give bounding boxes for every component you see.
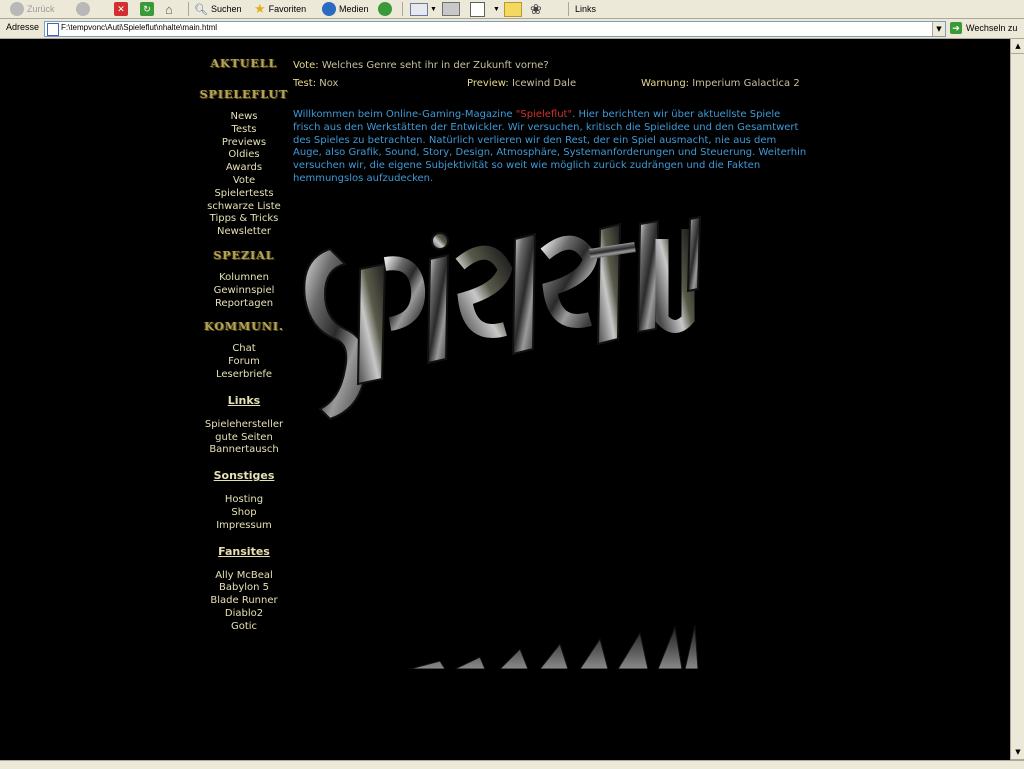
address-input[interactable]: F:\tempvonc\Auti\Spieleflut\nhalte\main.…: [44, 21, 946, 37]
home-button[interactable]: ⌂: [165, 0, 173, 18]
intro-paragraph: Willkommen beim Online-Gaming-Magazine "…: [293, 109, 808, 186]
nav-item-gewinnspiel[interactable]: Gewinnspiel: [198, 285, 290, 298]
folder-icon: [504, 1, 522, 17]
test-label: Test:: [293, 78, 317, 89]
vote-label: Vote:: [293, 60, 319, 71]
test-line[interactable]: Test: Nox: [293, 78, 338, 89]
nav-item-gotic[interactable]: Gotic: [198, 621, 290, 634]
back-icon: [10, 2, 24, 16]
back-button[interactable]: Zurück: [10, 0, 55, 18]
history-button[interactable]: [378, 0, 395, 18]
test-value: Nox: [319, 78, 339, 89]
favorites-icon: ★: [254, 1, 266, 16]
nav-item-blade-runner[interactable]: Blade Runner: [198, 595, 290, 608]
nav-item-oldies[interactable]: Oldies: [198, 149, 290, 162]
nav-heading-aktuell[interactable]: AKTUELL: [198, 57, 290, 70]
spieleflut-logo-reflection: [409, 624, 699, 669]
nav-item-impressum[interactable]: Impressum: [198, 520, 290, 533]
nav-heading-spezial: SPEZIAL: [213, 248, 275, 262]
links-toolbar[interactable]: Links: [575, 0, 596, 18]
messenger-button[interactable]: ❀: [530, 0, 542, 18]
search-icon: 🔍︎: [194, 3, 208, 16]
mail-icon: [410, 2, 428, 16]
address-label: Adresse: [6, 22, 40, 32]
media-button[interactable]: Medien: [322, 0, 369, 18]
nav-item-tipps-tricks[interactable]: Tipps & Tricks: [198, 213, 290, 226]
go-icon: ➔: [950, 22, 962, 34]
nav-item-chat[interactable]: Chat: [198, 343, 290, 356]
preview-label: Preview:: [467, 78, 509, 89]
nav-heading-sonstiges[interactable]: Sonstiges: [198, 469, 290, 482]
stop-icon: ✕: [114, 2, 128, 16]
address-url: F:\tempvonc\Auti\Spieleflut\nhalte\main.…: [61, 23, 218, 32]
vote-text: Welches Genre seht ihr in der Zukunft vo…: [321, 60, 549, 71]
nav-item-spielertests[interactable]: Spielertests: [198, 188, 290, 201]
spieleflut-logo-art: [303, 215, 702, 421]
nav-heading-spieleflut: SPIELEFLUT: [199, 88, 289, 101]
nav-item-ally-mcbeal[interactable]: Ally McBeal: [198, 570, 290, 583]
forward-icon: [76, 2, 90, 16]
history-icon: [378, 2, 392, 16]
chevron-down-icon: ▼: [493, 5, 500, 13]
folder-button[interactable]: [504, 0, 522, 18]
vote-line[interactable]: Vote: Welches Genre seht ihr in der Zuku…: [293, 60, 549, 71]
nav-item-tests[interactable]: Tests: [198, 124, 290, 137]
nav-item-kolumnen[interactable]: Kolumnen: [198, 272, 290, 285]
scroll-down-arrow-icon[interactable]: ▼: [1011, 745, 1024, 760]
scroll-up-arrow-icon[interactable]: ▲: [1011, 39, 1024, 54]
nav-item-shop[interactable]: Shop: [198, 507, 290, 520]
go-button[interactable]: ➔ Wechseln zu: [950, 21, 1017, 35]
warning-line[interactable]: Warnung: Imperium Galactica 2: [641, 78, 800, 89]
page-icon: [47, 23, 59, 36]
vertical-scrollbar[interactable]: ▲ ▼: [1010, 39, 1024, 760]
stop-button[interactable]: ✕: [114, 0, 128, 18]
address-bar: Adresse F:\tempvonc\Auti\Spieleflut\nhal…: [0, 19, 1024, 39]
nav-item-schwarze-liste[interactable]: schwarze Liste: [198, 201, 290, 214]
edit-icon: [470, 1, 485, 17]
nav-item-previews[interactable]: Previews: [198, 137, 290, 150]
intro-text-start: Willkommen beim Online-Gaming-Magazine: [293, 109, 516, 120]
logo-letters: [303, 215, 702, 421]
forward-button[interactable]: [76, 0, 93, 18]
search-button[interactable]: 🔍︎ Suchen: [194, 0, 242, 18]
nav-heading-links[interactable]: Links: [198, 394, 290, 407]
nav-item-reportagen[interactable]: Reportagen: [198, 298, 290, 311]
nav-item-forum[interactable]: Forum: [198, 356, 290, 369]
intro-text-rest: . Hier berichten wir über aktuellste Spi…: [293, 109, 807, 184]
browser-toolbar: Zurück ✕ ↻ ⌂ 🔍︎ Suchen ★ Favoriten Medie…: [0, 0, 1024, 19]
chevron-down-icon: ▼: [430, 5, 437, 13]
mail-button[interactable]: ▼: [410, 0, 437, 18]
preview-line[interactable]: Preview: Icewind Dale: [467, 78, 576, 89]
warning-label: Warnung:: [641, 78, 690, 89]
address-dropdown[interactable]: ▼: [932, 22, 945, 36]
nav-item-newsletter[interactable]: Newsletter: [198, 226, 290, 239]
nav-heading-kommuni: KOMMUNI.: [204, 320, 284, 334]
nav-item-gute-seiten[interactable]: gute Seiten: [198, 432, 290, 445]
home-icon: ⌂: [165, 1, 173, 17]
nav-item-awards[interactable]: Awards: [198, 162, 290, 175]
nav-item-spielehersteller[interactable]: Spielehersteller: [198, 419, 290, 432]
nav-item-diablo2[interactable]: Diablo2: [198, 608, 290, 621]
nav-heading-fansites[interactable]: Fansites: [198, 545, 290, 558]
media-icon: [322, 2, 336, 16]
nav-item-babylon-5[interactable]: Babylon 5: [198, 582, 290, 595]
refresh-icon: ↻: [140, 2, 154, 16]
preview-value: Icewind Dale: [511, 78, 577, 89]
print-button[interactable]: [442, 0, 460, 18]
nav-item-vote[interactable]: Vote: [198, 175, 290, 188]
edit-button[interactable]: ▼: [470, 0, 500, 18]
nav-item-news[interactable]: News: [198, 111, 290, 124]
nav-item-hosting[interactable]: Hosting: [198, 494, 290, 507]
page-viewport: AKTUELL SPIELEFLUT News Tests Previews O…: [0, 39, 1010, 760]
refresh-button[interactable]: ↻: [140, 0, 154, 18]
nav-item-leserbriefe[interactable]: Leserbriefe: [198, 369, 290, 382]
sidebar-nav: AKTUELL SPIELEFLUT News Tests Previews O…: [198, 57, 290, 634]
brand-name: "Spieleflut": [515, 109, 573, 120]
warning-value: Imperium Galactica 2: [692, 78, 800, 89]
messenger-icon: ❀: [530, 0, 542, 17]
print-icon: [442, 2, 460, 16]
favorites-button[interactable]: ★ Favoriten: [254, 0, 306, 18]
nav-item-bannertausch[interactable]: Bannertausch: [198, 444, 290, 457]
